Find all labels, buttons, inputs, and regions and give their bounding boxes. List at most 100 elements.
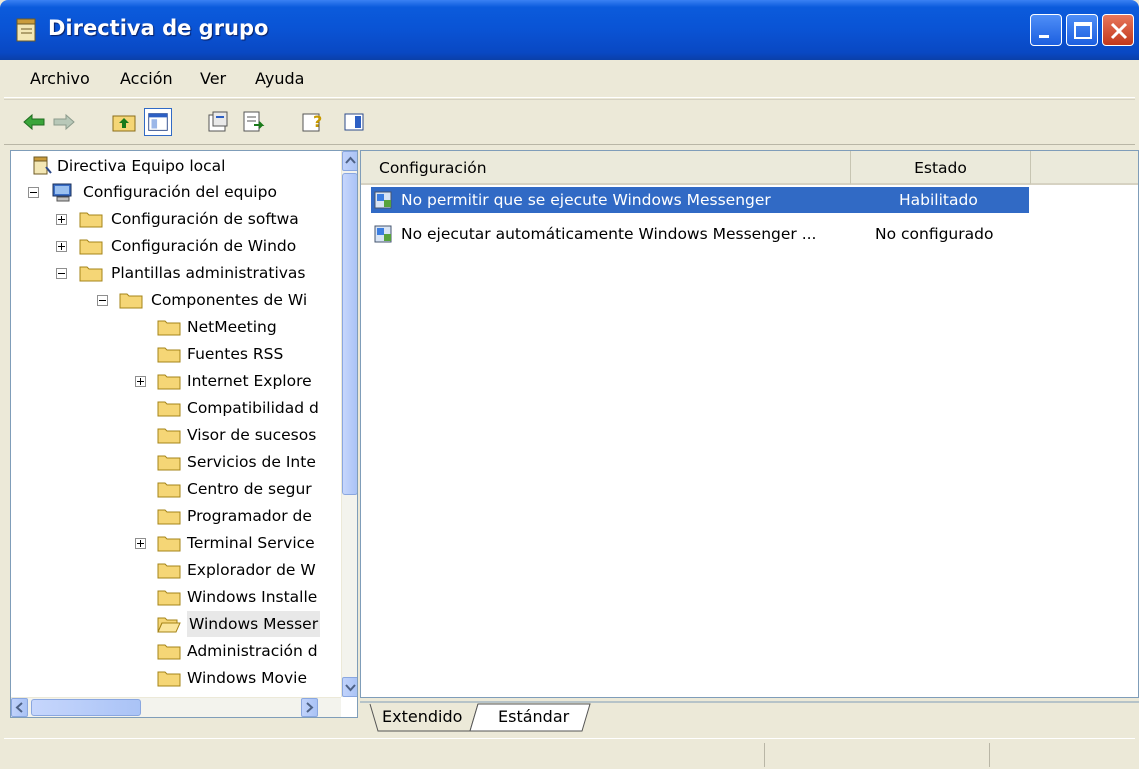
menu-accion[interactable]: Acción (120, 69, 173, 88)
close-icon (1110, 22, 1128, 40)
setting-state: Habilitado (899, 191, 978, 209)
folder-icon (157, 455, 181, 471)
tree-label: Programador de (187, 507, 312, 525)
scroll-thumb[interactable] (342, 173, 357, 495)
status-bar (4, 738, 1135, 769)
toolbar: ? (4, 99, 1135, 145)
folder-icon (157, 671, 181, 687)
tree-label: Compatibilidad d (187, 399, 319, 417)
view-tabs: Extendido Estándar (360, 698, 1139, 736)
expand-icon[interactable] (56, 241, 67, 252)
folder-icon (157, 590, 181, 606)
folder-icon (157, 644, 181, 660)
export-list-icon[interactable] (238, 108, 266, 136)
policy-setting-icon (374, 191, 392, 209)
up-folder-icon[interactable] (110, 108, 138, 136)
tree-label: Configuración del equipo (83, 183, 277, 201)
minimize-icon (1039, 35, 1049, 38)
expand-icon[interactable] (135, 538, 146, 549)
forward-icon[interactable] (50, 108, 78, 136)
svg-text:?: ? (313, 112, 322, 131)
title-bar[interactable]: Directiva de grupo (0, 0, 1139, 60)
scroll-up-button[interactable] (342, 151, 357, 171)
menu-ver[interactable]: Ver (200, 69, 226, 88)
tree-label: Internet Explore (187, 372, 312, 390)
tree-label: Windows Installe (187, 588, 318, 606)
menu-ayuda[interactable]: Ayuda (255, 69, 304, 88)
tree-label: Directiva Equipo local (57, 157, 226, 175)
folder-icon (157, 563, 181, 579)
menu-bar: Archivo Acción Ver Ayuda (4, 60, 1135, 98)
minimize-button[interactable] (1030, 14, 1062, 46)
expand-icon[interactable] (135, 376, 146, 387)
folder-icon (157, 347, 181, 363)
scroll-left-button[interactable] (11, 698, 28, 717)
chevron-down-icon (345, 684, 356, 692)
folder-icon (157, 374, 181, 390)
status-separator (989, 743, 990, 767)
tree-panel[interactable]: Directiva Equipo local Configuración del… (10, 150, 358, 718)
setting-state: No configurado (875, 225, 994, 243)
expand-icon[interactable] (56, 214, 67, 225)
menu-archivo[interactable]: Archivo (30, 69, 90, 88)
tree-horizontal-scrollbar[interactable] (11, 697, 341, 717)
folder-icon (157, 320, 181, 336)
tree-label: Windows Messer (187, 611, 321, 637)
tab-outline (360, 701, 1139, 732)
show-action-pane-icon[interactable] (340, 108, 368, 136)
settings-list-panel[interactable]: Configuración Estado No permitir que se … (360, 150, 1139, 698)
column-header-configuracion[interactable]: Configuración (361, 151, 851, 185)
collapse-icon[interactable] (28, 187, 39, 198)
tab-extendido[interactable]: Extendido (382, 704, 462, 732)
list-row-selected[interactable]: No permitir que se ejecute Windows Messe… (371, 187, 1029, 213)
collapse-icon[interactable] (97, 295, 108, 306)
folder-icon (79, 266, 103, 282)
setting-name: No permitir que se ejecute Windows Messe… (401, 191, 771, 209)
show-tree-icon[interactable] (144, 108, 172, 136)
properties-icon[interactable] (204, 108, 232, 136)
computer-icon (52, 183, 72, 202)
folder-icon (119, 293, 143, 309)
tree-label: Explorador de W (187, 561, 316, 579)
setting-name: No ejecutar automáticamente Windows Mess… (401, 225, 817, 243)
scroll-down-button[interactable] (342, 677, 357, 697)
tree-label: Plantillas administrativas (111, 264, 306, 282)
tree-label: Centro de segur (187, 480, 312, 498)
tree-vertical-scrollbar[interactable] (341, 151, 357, 697)
help-icon[interactable]: ? (298, 108, 326, 136)
tab-estandar[interactable]: Estándar (498, 704, 569, 732)
folder-icon (79, 239, 103, 255)
chevron-left-icon (15, 702, 23, 713)
tree-label: Windows Movie (187, 669, 307, 687)
tree-label: Configuración de Windo (111, 237, 297, 255)
tree-label: Administración d (187, 642, 318, 660)
folder-icon (157, 401, 181, 417)
policy-icon (33, 156, 52, 175)
window-title: Directiva de grupo (48, 16, 269, 40)
open-folder-icon (157, 617, 181, 633)
list-row[interactable]: No ejecutar automáticamente Windows Mess… (371, 221, 1029, 247)
tree-label: Terminal Service (187, 534, 315, 552)
tree-label: Servicios de Inte (187, 453, 316, 471)
folder-icon (157, 509, 181, 525)
tree-label: Configuración de softwa (111, 210, 299, 228)
close-button[interactable] (1102, 14, 1134, 46)
status-separator (764, 743, 765, 767)
tree-label: Componentes de Wi (151, 291, 308, 309)
collapse-icon[interactable] (56, 268, 67, 279)
folder-icon (157, 428, 181, 444)
tree-label: Visor de sucesos (187, 426, 317, 444)
column-header-estado[interactable]: Estado (851, 151, 1031, 185)
policy-setting-icon (374, 225, 392, 243)
folder-icon (157, 536, 181, 552)
folder-icon (157, 482, 181, 498)
scroll-right-button[interactable] (301, 698, 318, 717)
tree-label: NetMeeting (187, 318, 277, 336)
tree-label: Fuentes RSS (187, 345, 284, 363)
chevron-right-icon (306, 702, 314, 713)
back-icon[interactable] (20, 108, 48, 136)
maximize-button[interactable] (1066, 14, 1098, 46)
chevron-up-icon (345, 156, 356, 164)
scroll-thumb[interactable] (31, 699, 141, 716)
column-header-empty (1031, 151, 1138, 185)
